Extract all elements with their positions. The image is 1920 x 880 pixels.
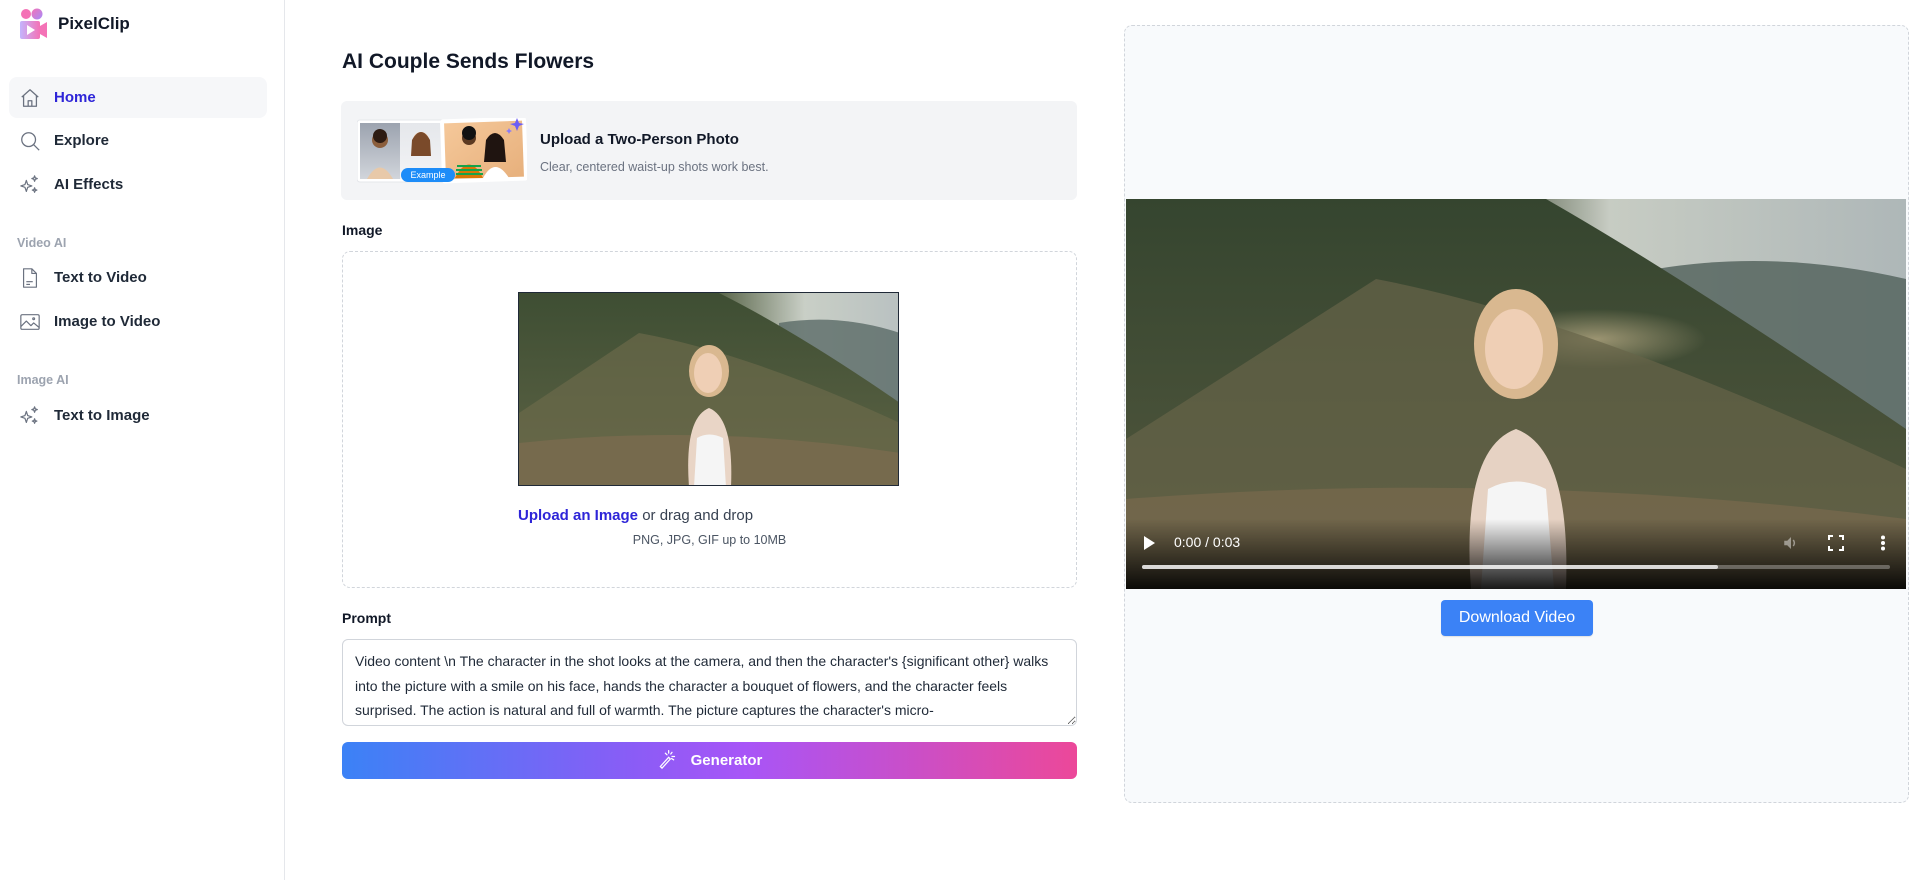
sidebar-item-home[interactable]: Home <box>9 77 267 118</box>
more-options-icon[interactable] <box>1880 535 1886 551</box>
image-field-label: Image <box>342 222 383 238</box>
volume-muted-icon[interactable] <box>1782 534 1800 552</box>
sidebar-item-text-to-video[interactable]: Text to Video <box>9 257 267 298</box>
brand-name: PixelClip <box>58 14 130 33</box>
upload-instructions: Upload an Image or drag and drop <box>518 507 753 524</box>
sidebar-item-image-to-video[interactable]: Image to Video <box>9 301 267 342</box>
sidebar-item-label: Text to Video <box>54 269 147 286</box>
sidebar-item-text-to-image[interactable]: Text to Image <box>9 395 267 436</box>
sparkles-icon <box>18 173 42 197</box>
video-buffered-fill <box>1142 565 1718 569</box>
example-badge: Example <box>401 168 455 182</box>
sidebar-item-ai-effects[interactable]: AI Effects <box>9 164 267 205</box>
generate-button-label: Generator <box>690 752 763 769</box>
example-info-card: Example Upload a Two-Person Photo Clear,… <box>341 101 1077 200</box>
sidebar-item-label: Image to Video <box>54 313 161 330</box>
fullscreen-icon[interactable] <box>1828 535 1844 551</box>
pixelclip-logo-icon <box>18 8 48 40</box>
generate-button[interactable]: Generator <box>342 742 1077 779</box>
image-dropzone[interactable]: Upload an Image or drag and drop PNG, JP… <box>342 251 1077 588</box>
result-panel: 0:00 / 0:03 Download Video <box>1124 25 1909 803</box>
video-time: 0:00 / 0:03 <box>1174 534 1241 550</box>
sidebar-item-label: AI Effects <box>54 176 124 193</box>
sidebar: PixelClip Home Explore AI Effects Video … <box>0 0 285 880</box>
video-progress-bar[interactable] <box>1142 565 1890 569</box>
page-title: AI Couple Sends Flowers <box>342 50 595 73</box>
example-photo-thumbnail[interactable]: Example <box>356 116 528 184</box>
sidebar-item-explore[interactable]: Explore <box>9 120 267 161</box>
document-icon <box>18 266 42 290</box>
uploaded-image-preview <box>518 292 899 486</box>
upload-file-hint: PNG, JPG, GIF up to 10MB <box>632 533 787 547</box>
home-icon <box>18 86 42 110</box>
prompt-field-label: Prompt <box>342 610 391 626</box>
search-icon <box>18 129 42 153</box>
image-icon <box>18 310 42 334</box>
magic-wand-icon <box>657 749 677 773</box>
app-root: PixelClip Home Explore AI Effects Video … <box>0 0 1920 880</box>
download-video-button[interactable]: Download Video <box>1441 600 1593 636</box>
info-card-subtitle: Clear, centered waist-up shots work best… <box>540 160 769 174</box>
section-label-image-ai: Image AI <box>17 373 69 387</box>
section-label-video-ai: Video AI <box>17 236 67 250</box>
play-icon[interactable] <box>1142 535 1156 551</box>
sidebar-item-label: Home <box>54 89 96 106</box>
video-controls: 0:00 / 0:03 <box>1126 519 1906 589</box>
prompt-input[interactable] <box>342 639 1077 726</box>
upload-image-link[interactable]: Upload an Image <box>518 507 638 524</box>
sidebar-item-label: Text to Image <box>54 407 150 424</box>
brand[interactable]: PixelClip <box>18 8 130 40</box>
video-player[interactable]: 0:00 / 0:03 <box>1126 199 1906 589</box>
info-card-title: Upload a Two-Person Photo <box>540 131 739 148</box>
sidebar-item-label: Explore <box>54 132 110 149</box>
sparkles-icon <box>18 404 42 428</box>
drag-drop-text: or drag and drop <box>638 507 754 524</box>
